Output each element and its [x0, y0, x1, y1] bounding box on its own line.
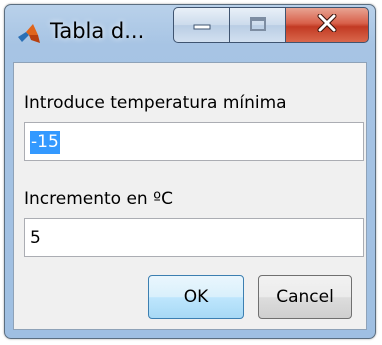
caption-buttons — [173, 7, 369, 43]
matlab-icon — [17, 22, 41, 46]
close-icon — [317, 13, 337, 36]
maximize-icon — [249, 16, 266, 35]
increment-value: 5 — [30, 228, 41, 248]
ok-button[interactable]: OK — [148, 275, 244, 319]
maximize-button[interactable] — [229, 7, 285, 43]
min-temperature-label: Introduce temperatura mínima — [24, 93, 287, 113]
minimize-icon — [193, 16, 211, 35]
selected-text: -15 — [30, 131, 60, 154]
title-bar[interactable]: Tabla d... — [5, 5, 375, 57]
increment-input[interactable]: 5 — [24, 218, 364, 257]
increment-label: Incremento en ºC — [24, 189, 173, 209]
min-temperature-input[interactable]: -15 — [24, 122, 364, 161]
cancel-button[interactable]: Cancel — [258, 275, 352, 319]
ok-label: OK — [183, 287, 209, 307]
close-button[interactable] — [285, 7, 369, 43]
minimize-button[interactable] — [173, 7, 229, 43]
window-title: Tabla d... — [50, 19, 145, 43]
cancel-label: Cancel — [276, 287, 334, 307]
